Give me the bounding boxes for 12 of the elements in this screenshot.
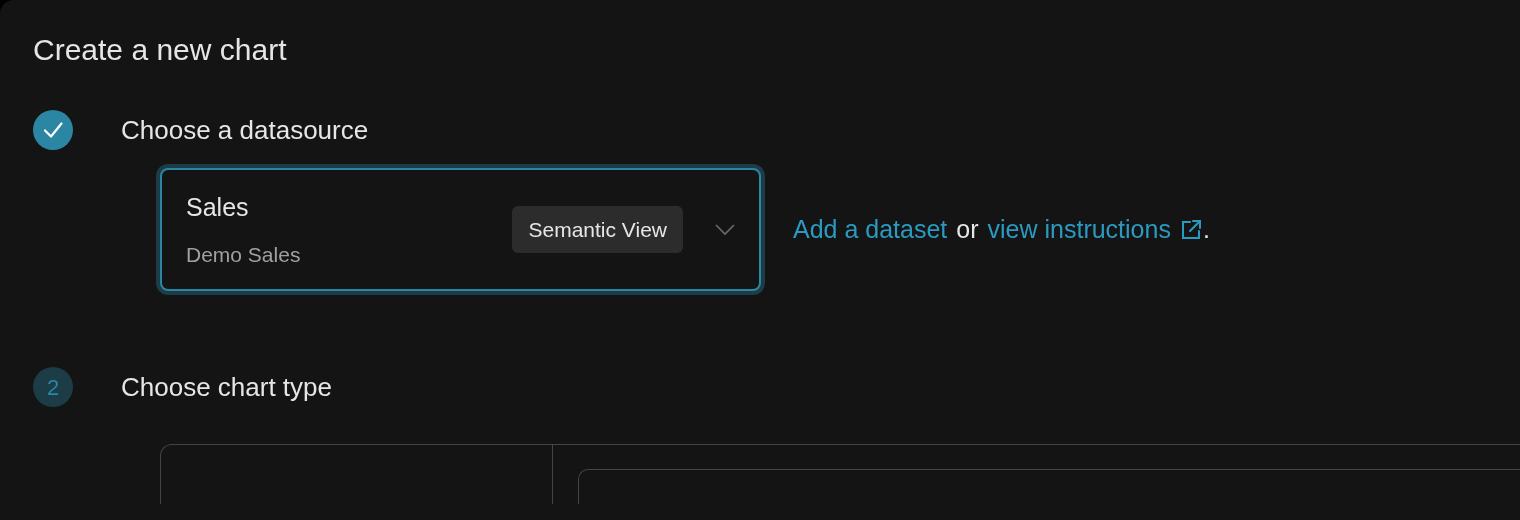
add-dataset-link[interactable]: Add a dataset xyxy=(793,210,948,249)
semantic-view-tag: Semantic View xyxy=(512,205,683,254)
step-number: 2 xyxy=(33,367,73,407)
chevron-down-icon xyxy=(715,223,735,236)
view-instructions-link[interactable]: view instructions xyxy=(987,210,1203,249)
page-title: Create a new chart xyxy=(33,32,287,68)
step-title: Choose chart type xyxy=(121,370,332,404)
or-text: or xyxy=(956,213,979,245)
datasource-subtitle: Demo Sales xyxy=(186,241,301,268)
step-title: Choose a datasource xyxy=(121,113,369,147)
period-text: . xyxy=(1202,213,1210,245)
datasource-name: Sales xyxy=(186,192,249,223)
